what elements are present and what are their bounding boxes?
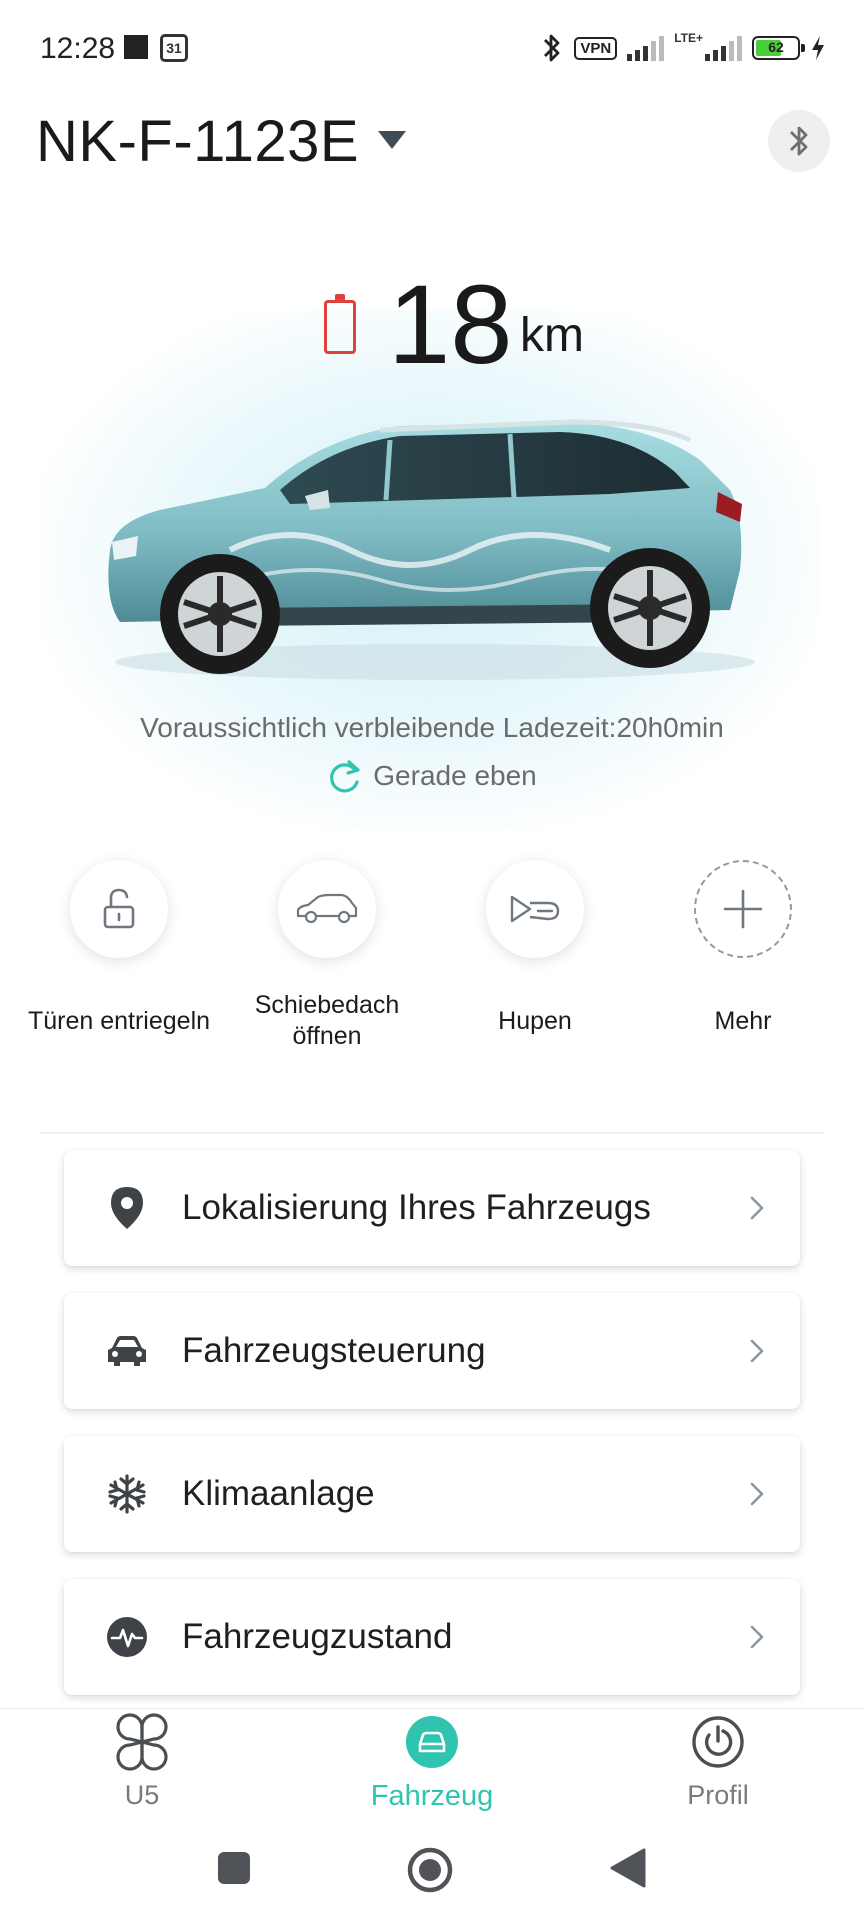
location-pin-icon [104,1185,150,1231]
menu-item-vehicle-control[interactable]: Fahrzeugsteuerung [64,1293,800,1409]
back-button-icon[interactable] [608,1846,646,1890]
quick-action-label: Türen entriegeln [27,1007,211,1035]
car-icon [104,1328,150,1374]
vehicle-dropdown-icon[interactable] [378,131,406,149]
home-button-icon[interactable] [406,1846,454,1894]
car-icon [406,1716,458,1768]
menu-item-vehicle-location[interactable]: Lokalisierung Ihres Fahrzeugs [64,1150,800,1266]
menu-item-label: Lokalisierung Ihres Fahrzeugs [182,1188,651,1227]
status-time: 12:28 [40,32,116,65]
horn-icon [510,895,560,923]
tab-u5[interactable]: U5 [42,1713,242,1811]
menu-item-label: Klimaanlage [182,1474,375,1513]
bluetooth-icon [544,34,560,62]
charging-bolt-icon [812,36,824,60]
car-roof-icon [296,893,358,924]
snowflake-icon [104,1471,150,1517]
quick-action-label: Mehr [714,1007,772,1035]
vehicle-plate[interactable]: NK-F-1123E [36,108,359,175]
range-value: 18 [388,262,513,387]
tab-label: Fahrzeug [370,1780,494,1812]
open-sunroof-button[interactable] [278,860,376,958]
tab-profil[interactable]: Profil [618,1713,818,1811]
vehicle-image [108,419,755,680]
quick-action-label: Hupen [498,1007,572,1035]
more-button[interactable] [694,860,792,958]
menu-item-label: Fahrzeugsteuerung [182,1331,486,1370]
tab-label: Profil [687,1780,749,1810]
tab-label: U5 [124,1780,160,1810]
divider [40,1132,824,1134]
battery-percent: 62 [768,39,784,55]
chevron-right-icon [750,1482,764,1506]
remaining-charge-time: Voraussichtlich verbleibende Ladezeit:20… [140,712,724,743]
more-actions[interactable]: Mehr [638,860,848,1037]
signal-lte-icon [705,35,742,61]
notification-square-icon [124,35,148,59]
horn-button[interactable] [486,860,584,958]
bottom-navigation: U5 Fahrzeug Profil [0,1708,864,1816]
chevron-right-icon [750,1196,764,1220]
recents-button-icon[interactable] [216,1850,252,1886]
calendar-icon: 31 [160,34,188,62]
low-battery-icon [324,294,356,354]
grid-clover-icon [116,1713,168,1771]
tab-fahrzeug[interactable]: Fahrzeug [332,1713,532,1813]
open-sunroof-action[interactable]: Schiebedach öffnen [222,860,432,1052]
unlock-icon [103,888,135,929]
menu-item-vehicle-status[interactable]: Fahrzeugzustand [64,1579,800,1695]
quick-action-label: Schiebedach öffnen [254,991,400,1050]
horn-action[interactable]: Hupen [430,860,640,1037]
refresh-icon[interactable] [327,756,363,796]
last-updated: Gerade eben [373,760,537,791]
plus-icon [723,889,763,929]
network-type: LTE+ [674,31,703,45]
chevron-right-icon [750,1625,764,1649]
status-bar: 12:28 31 VPN LTE+ 62 [0,0,864,96]
bluetooth-key-button[interactable] [768,110,830,172]
range-unit: km [520,309,584,362]
pulse-icon [104,1614,150,1660]
unlock-doors-button[interactable] [70,860,168,958]
unlock-doors-action[interactable]: Türen entriegeln [14,860,224,1037]
bluetooth-icon [790,126,808,156]
battery-icon: 62 [752,36,805,60]
menu-item-climate[interactable]: Klimaanlage [64,1436,800,1552]
vpn-badge: VPN [574,36,618,60]
signal-icon [627,35,665,61]
menu-item-label: Fahrzeugzustand [182,1617,453,1656]
refresh-status[interactable]: Gerade eben [0,756,864,796]
profile-dial-icon [692,1716,744,1768]
system-navigation-bar [0,1816,864,1920]
chevron-right-icon [750,1339,764,1363]
